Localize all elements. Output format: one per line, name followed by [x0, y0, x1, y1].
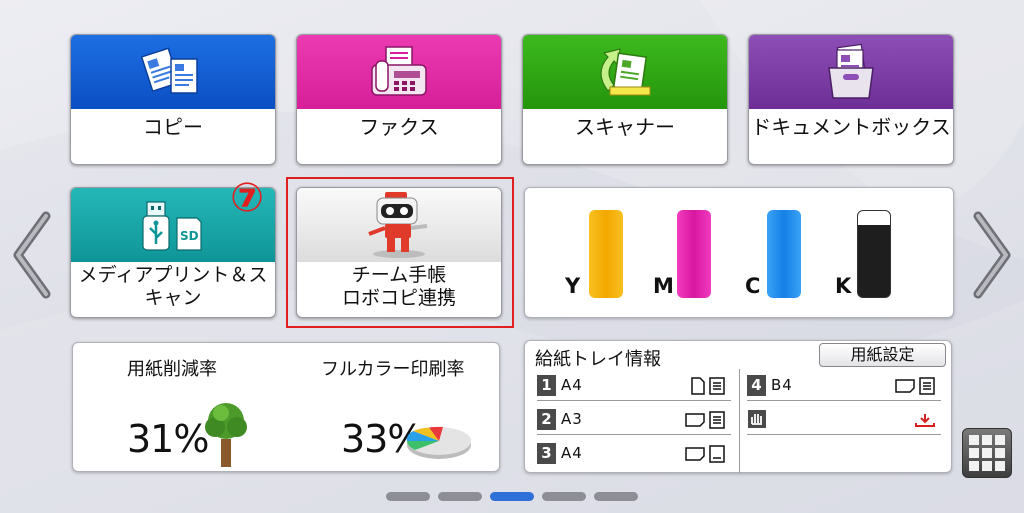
eco-counter-panel[interactable]: 用紙削減率 31% フルカラー印刷率 33% [72, 342, 500, 472]
tray-number: 1 [537, 375, 556, 396]
tray-paper-size: A3 [561, 410, 583, 428]
tray-row-2: 2 A3 [537, 405, 731, 435]
scanner-icon [600, 48, 651, 96]
bypass-tray-icon [748, 410, 766, 428]
tray-number: 3 [537, 443, 556, 464]
application-list-button[interactable] [962, 428, 1012, 478]
portrait-paper-icon [691, 377, 705, 395]
media-print-scan-label-line1: メディアプリント＆ス [78, 264, 268, 286]
page-dot[interactable] [594, 492, 638, 501]
tray-number: 4 [747, 375, 766, 396]
tray-row-1: 1 A4 [537, 371, 731, 401]
fax-icon [371, 46, 427, 96]
media-print-scan-label-line2: キャン [144, 287, 202, 309]
usb-sd-icon: SD [142, 201, 202, 251]
svg-text:SD: SD [180, 229, 199, 243]
paper-level-icon [919, 377, 935, 395]
paper-level-icon [709, 377, 725, 395]
step-marker: ⑦ [230, 175, 264, 221]
fax-app-tile[interactable]: ファクス [296, 34, 502, 165]
tree-icon [205, 403, 247, 467]
fax-label: ファクス [359, 115, 439, 139]
paper-empty-icon [915, 414, 935, 427]
copy-app-tile[interactable]: コピー [70, 34, 276, 165]
paper-level-icon [709, 411, 725, 429]
highlight-frame [286, 177, 514, 328]
page-dot-active[interactable] [490, 492, 534, 501]
toner-level-panel[interactable]: Y M C K [524, 187, 954, 318]
toner-yellow-gauge [589, 210, 623, 298]
landscape-paper-icon [685, 447, 705, 461]
page-dot[interactable] [542, 492, 586, 501]
toner-letter-magenta: M [653, 274, 674, 298]
toner-letter-black: K [835, 274, 852, 298]
tray-row-4: 4 B4 [747, 371, 941, 401]
paper-reduction-value: 31% [127, 417, 209, 461]
toner-magenta-gauge [677, 210, 711, 298]
full-color-label: フルカラー印刷率 [321, 359, 465, 380]
scanner-app-tile[interactable]: スキャナー [522, 34, 728, 165]
page-dot[interactable] [438, 492, 482, 501]
next-page-arrow[interactable] [970, 210, 1016, 300]
copy-icon [141, 47, 198, 94]
tray-divider [739, 369, 740, 473]
landscape-paper-icon [685, 413, 705, 427]
toner-letter-yellow: Y [565, 274, 581, 298]
scanner-label: スキャナー [575, 115, 675, 139]
toner-cyan-gauge [767, 210, 801, 298]
copy-label: コピー [143, 115, 203, 139]
color-pie-icon [406, 426, 471, 459]
paper-tray-panel[interactable]: 給紙トレイ情報 用紙設定 1 A4 2 A3 3 A4 4 B4 [524, 340, 952, 473]
toner-letter-cyan: C [745, 274, 761, 298]
grid-icon [969, 435, 979, 445]
landscape-paper-icon [895, 379, 915, 393]
paper-level-low-icon [709, 445, 725, 463]
tray-row-3: 3 A4 [537, 439, 731, 469]
document-box-label: ドキュメントボックス [751, 115, 951, 139]
tray-number: 2 [537, 409, 556, 430]
toner-black-gauge [857, 210, 891, 298]
paper-reduction-label: 用紙削減率 [127, 359, 217, 380]
previous-page-arrow[interactable] [8, 210, 54, 300]
document-box-app-tile[interactable]: ドキュメントボックス [748, 34, 954, 165]
tray-paper-size: A4 [561, 444, 583, 462]
tray-row-bypass [747, 405, 941, 435]
tray-paper-size: A4 [561, 376, 583, 394]
paper-settings-button[interactable]: 用紙設定 [819, 343, 946, 367]
document-box-icon [828, 43, 874, 99]
tray-panel-title: 給紙トレイ情報 [535, 349, 661, 370]
page-dot[interactable] [386, 492, 430, 501]
page-indicator [386, 492, 638, 501]
tray-paper-size: B4 [771, 376, 793, 394]
